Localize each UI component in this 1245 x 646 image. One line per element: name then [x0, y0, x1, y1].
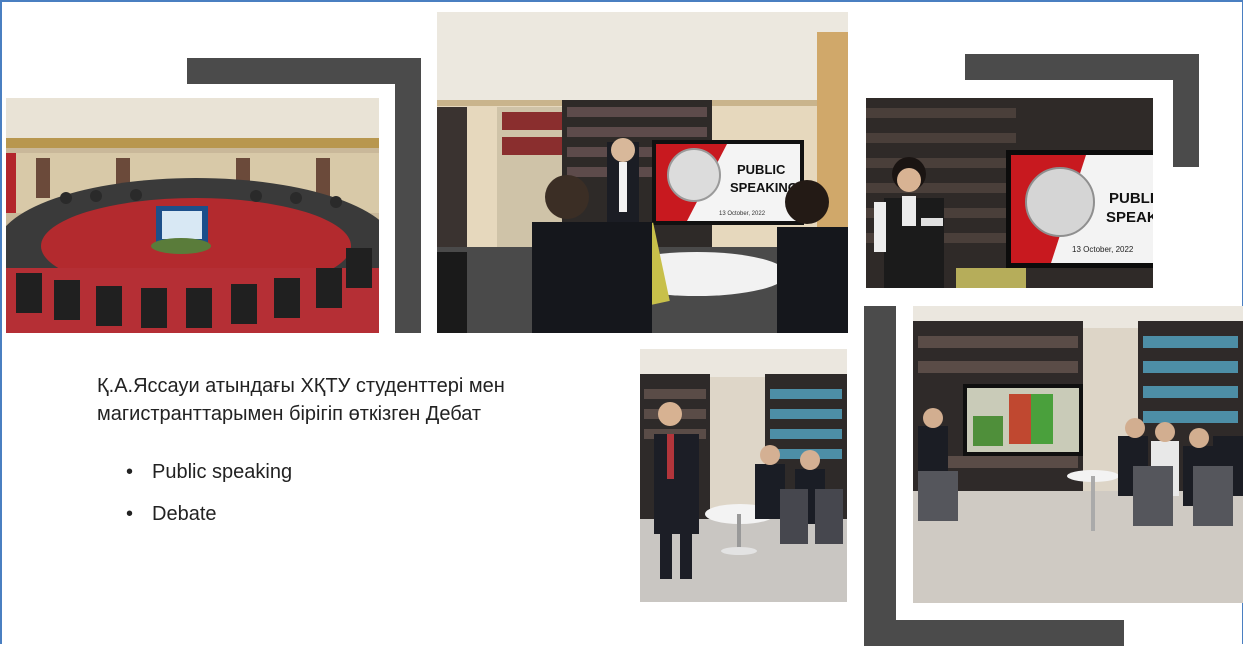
screen-text-public-2: PUBLIC — [1109, 190, 1153, 207]
library-speech-image: PUBLIC SPEAKING 13 October, 2022 — [437, 12, 848, 333]
photo-public-speaking-library: PUBLIC SPEAKING 13 October, 2022 — [437, 12, 848, 333]
decor-bar-bottom — [864, 620, 1124, 646]
slide-caption: Қ.А.Яссауи атындағы ХҚТУ студенттері мен… — [97, 375, 505, 425]
screen-date-2: 13 October, 2022 — [1072, 245, 1134, 254]
conference-hall-image — [6, 98, 379, 333]
bullet-item-debate: • Debate — [126, 500, 292, 542]
student-speaker-image: PUBLIC SPEAKING 13 October, 2022 — [866, 98, 1153, 288]
decor-bar-right-side — [1173, 54, 1199, 167]
bullet-text: Debate — [152, 503, 217, 525]
screen-text-speaking-2: SPEAKING — [1106, 209, 1153, 226]
bullet-list: • Public speaking • Debate — [126, 458, 292, 542]
photo-student-speaker: PUBLIC SPEAKING 13 October, 2022 — [866, 98, 1153, 288]
photo-group-debate — [913, 306, 1243, 603]
group-debate-image — [913, 306, 1243, 603]
photo-debate-speaker — [640, 349, 847, 602]
decor-bar-right-top — [965, 54, 1199, 80]
decor-bar-left-top — [187, 58, 421, 84]
bullet-dot: • — [126, 461, 134, 483]
bullet-dot: • — [126, 503, 134, 525]
photo-conference-hall — [6, 98, 379, 333]
bullet-text: Public speaking — [152, 461, 293, 483]
decor-bar-left-side — [395, 58, 421, 333]
bullet-item-public-speaking: • Public speaking — [126, 458, 292, 500]
screen-text-public-1: PUBLIC — [737, 162, 786, 177]
decor-bar-bottom-side — [864, 306, 896, 646]
debate-speaker-image — [640, 349, 847, 602]
screen-date-1: 13 October, 2022 — [719, 211, 766, 217]
